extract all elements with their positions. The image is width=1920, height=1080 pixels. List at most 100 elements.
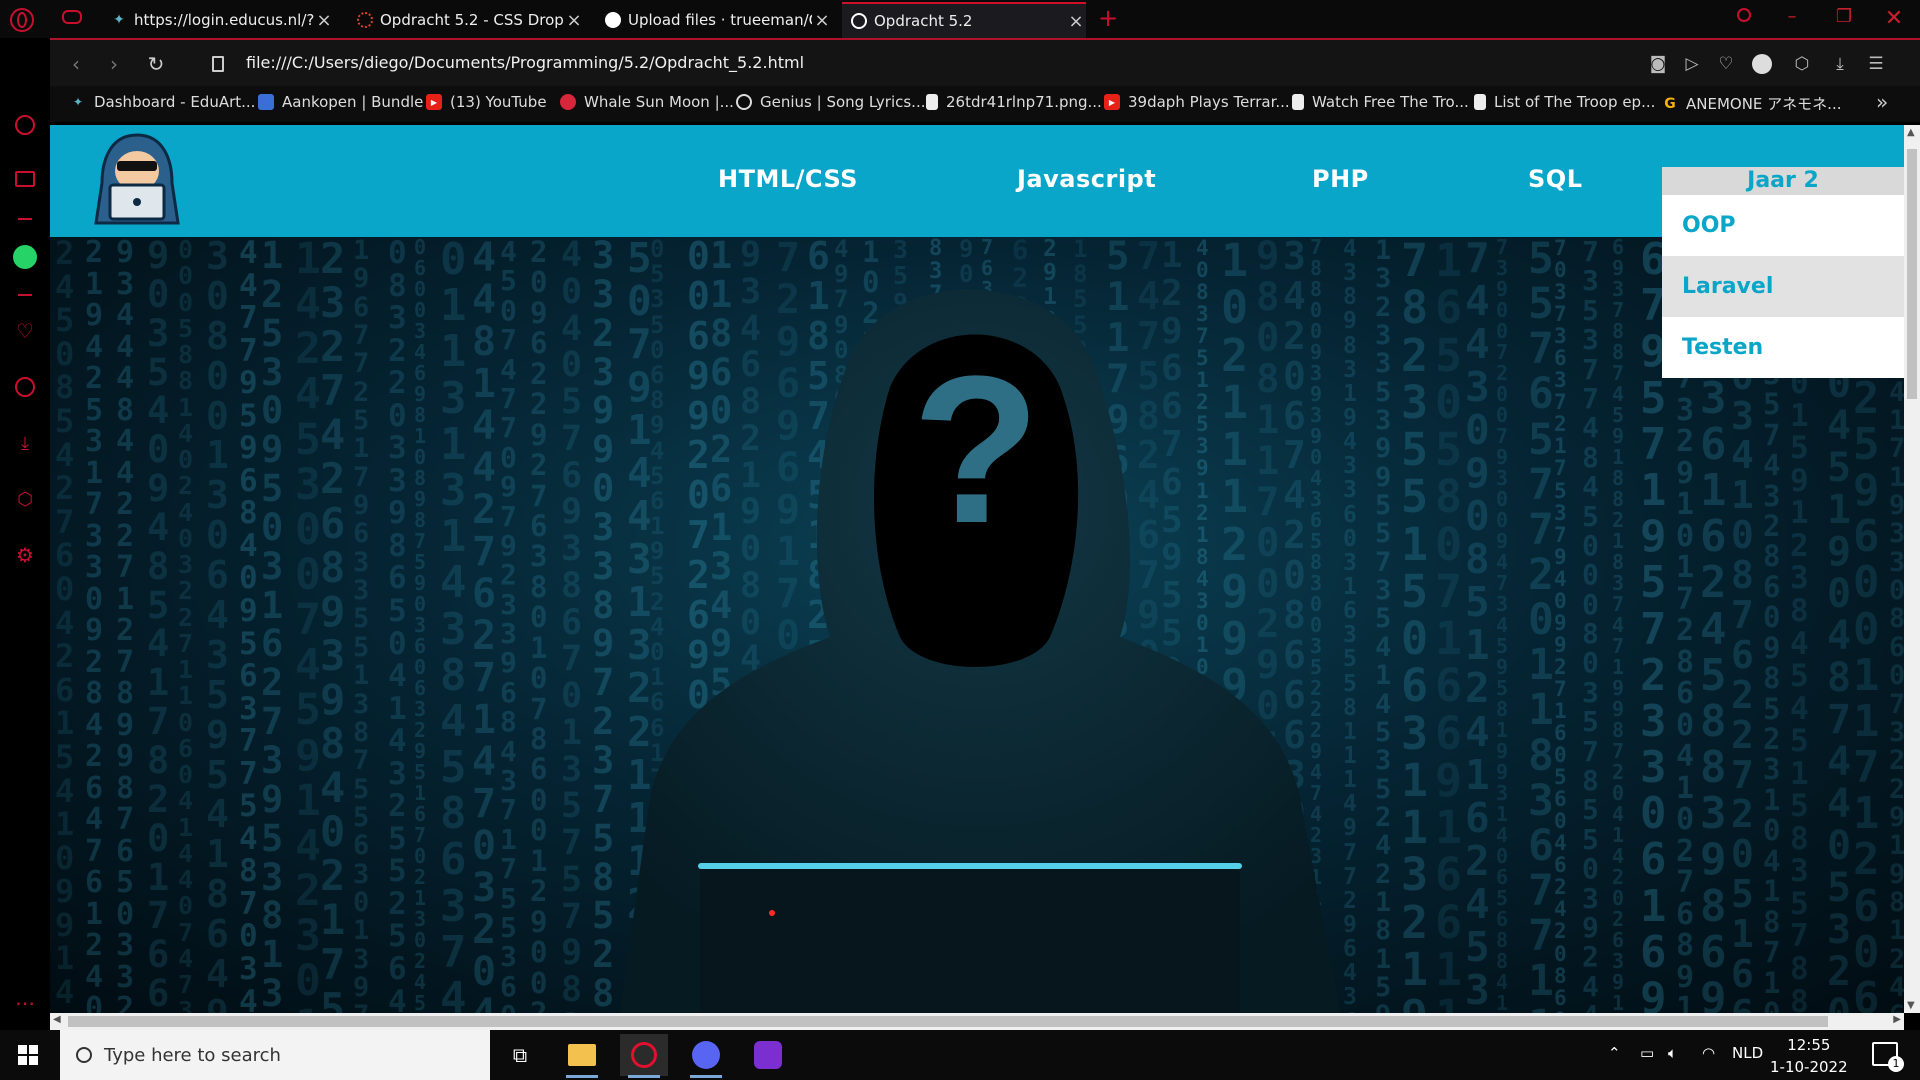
bookmark-eduart[interactable]: ✦ Dashboard - EduArt...: [70, 93, 255, 111]
close-icon[interactable]: ×: [812, 10, 832, 31]
search-icon: [76, 1047, 92, 1063]
sidebar-separator: [18, 294, 32, 296]
nav-html-css[interactable]: HTML/CSS: [718, 165, 858, 193]
bookmark-youtube[interactable]: ▶ (13) YouTube: [426, 93, 547, 111]
sidebar-separator: [18, 218, 32, 220]
app-taskbar-icon[interactable]: [744, 1034, 792, 1076]
back-button[interactable]: ‹: [62, 50, 90, 78]
bookmark-png[interactable]: 26tdr41rlnp71.png...: [926, 93, 1102, 111]
bookmark-label: Whale Sun Moon |...: [584, 93, 734, 111]
bookmark-label: Watch Free The Tro...: [1312, 93, 1469, 111]
dropdown-jaar-2[interactable]: Jaar 2 OOP Laravel Testen: [1662, 167, 1904, 378]
reload-button[interactable]: ↻: [142, 50, 170, 78]
clock-time: 12:55: [1787, 1036, 1831, 1054]
search-tabs-icon[interactable]: [1726, 6, 1762, 32]
more-icon[interactable]: ⋯: [12, 990, 38, 1016]
forward-button[interactable]: ›: [100, 50, 128, 78]
extensions-icon[interactable]: ⬡: [12, 486, 38, 512]
new-tab-button[interactable]: +: [1098, 4, 1118, 32]
file-explorer-icon[interactable]: [558, 1034, 606, 1078]
bookmark-bundle[interactable]: Aankopen | Bundle: [258, 93, 423, 111]
bookmark-heart-icon[interactable]: ♡: [1714, 52, 1738, 76]
dropdown-item-testen[interactable]: Testen: [1662, 317, 1904, 378]
vertical-scroll-thumb[interactable]: [1907, 149, 1917, 399]
dropdown-toggle[interactable]: Jaar 2: [1662, 167, 1904, 195]
easy-setup-icon[interactable]: ☰: [1864, 52, 1888, 76]
tab-opdracht-css-dropdown[interactable]: Opdracht 5.2 - CSS Dropdo ×: [352, 2, 584, 38]
notifications-icon[interactable]: 1: [1872, 1042, 1904, 1072]
genius-icon: [736, 94, 752, 110]
scroll-left-arrow[interactable]: ◀: [53, 1014, 61, 1025]
eduart-icon: ✦: [113, 12, 125, 28]
volume-icon[interactable]: 🔈︎: [1668, 1044, 1677, 1062]
downloads-icon[interactable]: ⤓: [12, 430, 38, 456]
bookmark-troop-list[interactable]: List of The Troop ep...: [1474, 93, 1655, 111]
nav-sql[interactable]: SQL: [1528, 165, 1582, 193]
bookmark-label: ANEMONE アネモネ...: [1686, 95, 1842, 113]
battery-icon[interactable]: ▭: [1640, 1044, 1654, 1062]
bookmark-anemone[interactable]: G ANEMONE アネモネ...: [1662, 93, 1841, 114]
speed-dial-icon[interactable]: [12, 112, 38, 138]
wifi-icon[interactable]: ◠: [1702, 1044, 1715, 1062]
notification-count: 1: [1888, 1056, 1904, 1072]
bookmark-genius[interactable]: Genius | Song Lyrics...: [736, 93, 926, 111]
bookmark-label: Dashboard - EduArt...: [94, 93, 256, 111]
horizontal-scrollbar[interactable]: ◀ ▶: [50, 1013, 1904, 1030]
search-placeholder: Type here to search: [104, 1044, 281, 1066]
task-view-icon[interactable]: ⧉: [496, 1034, 544, 1076]
minimize-button[interactable]: –: [1774, 6, 1810, 32]
nav-javascript[interactable]: Javascript: [1017, 165, 1156, 193]
tab-educus[interactable]: ✦ https://login.educus.nl/?au ×: [104, 2, 334, 38]
close-icon[interactable]: ×: [1066, 11, 1086, 32]
tab-opdracht-active[interactable]: Opdracht 5.2 ×: [842, 2, 1086, 38]
tab-title: Upload files · trueeman/Op: [628, 11, 812, 29]
send-icon[interactable]: ▷: [1680, 52, 1704, 76]
snapshot-icon[interactable]: ◙: [1646, 52, 1670, 76]
tab-github-upload[interactable]: Upload files · trueeman/Op ×: [600, 2, 832, 38]
whatsapp-icon[interactable]: [12, 244, 38, 270]
scroll-up-arrow[interactable]: ▲: [1907, 127, 1915, 138]
close-icon[interactable]: ×: [314, 10, 334, 31]
file-icon: [1292, 94, 1304, 110]
bookmarks-overflow-icon[interactable]: »: [1876, 90, 1888, 114]
opera-taskbar-icon[interactable]: [620, 1034, 668, 1078]
close-icon[interactable]: ×: [564, 10, 584, 31]
windows-start-icon[interactable]: [18, 1045, 38, 1065]
dropdown-item-oop[interactable]: OOP: [1662, 195, 1904, 256]
taskbar-clock[interactable]: 12:55 1-10-2022: [1770, 1034, 1848, 1078]
dropdown-item-laravel[interactable]: Laravel: [1662, 256, 1904, 317]
settings-icon[interactable]: ⚙: [12, 542, 38, 568]
profile-icon[interactable]: [1750, 52, 1774, 76]
horizontal-scroll-thumb[interactable]: [68, 1016, 1828, 1027]
page-info-icon[interactable]: [204, 50, 232, 78]
heart-icon[interactable]: ♡: [12, 318, 38, 344]
bookmark-terraria[interactable]: ▶ 39daph Plays Terrar...: [1104, 93, 1290, 111]
tab-title: https://login.educus.nl/?au: [134, 11, 314, 29]
discord-taskbar-icon[interactable]: [682, 1034, 730, 1078]
opera-sidebar: ♡ ⤓ ⬡ ⚙ ⋯: [0, 38, 50, 1030]
restore-button[interactable]: ❐: [1826, 6, 1862, 32]
gamepad-icon[interactable]: [62, 10, 82, 24]
taskbar-search-box[interactable]: Type here to search: [60, 1030, 490, 1080]
tab-bar: ✦ https://login.educus.nl/?au × Opdracht…: [0, 0, 1920, 38]
google-icon: G: [1664, 95, 1676, 112]
url-field[interactable]: file:///C:/Users/diego/Documents/Program…: [246, 53, 804, 72]
shop-icon[interactable]: [12, 166, 38, 192]
scroll-down-arrow[interactable]: ▼: [1907, 1000, 1915, 1011]
bookmark-troop-watch[interactable]: Watch Free The Tro...: [1292, 93, 1469, 111]
bookmark-label: Aankopen | Bundle: [282, 93, 424, 111]
language-indicator[interactable]: NLD: [1732, 1044, 1763, 1062]
github-icon: [604, 11, 622, 29]
history-icon[interactable]: [12, 374, 38, 400]
hacker-logo[interactable]: [92, 131, 182, 227]
bookmark-whale[interactable]: Whale Sun Moon |...: [560, 93, 734, 111]
close-window-button[interactable]: ✕: [1876, 6, 1912, 32]
tab-title: Opdracht 5.2 - CSS Dropdo: [380, 11, 564, 29]
download-icon[interactable]: ⤓: [1828, 52, 1852, 76]
vertical-scrollbar[interactable]: ▲ ▼: [1904, 125, 1920, 1013]
tray-overflow-icon[interactable]: ⌃: [1608, 1044, 1621, 1062]
opera-menu-icon[interactable]: [10, 8, 34, 32]
nav-php[interactable]: PHP: [1312, 165, 1369, 193]
extensions-toolbar-icon[interactable]: ⬡: [1790, 52, 1814, 76]
scroll-right-arrow[interactable]: ▶: [1893, 1014, 1901, 1025]
